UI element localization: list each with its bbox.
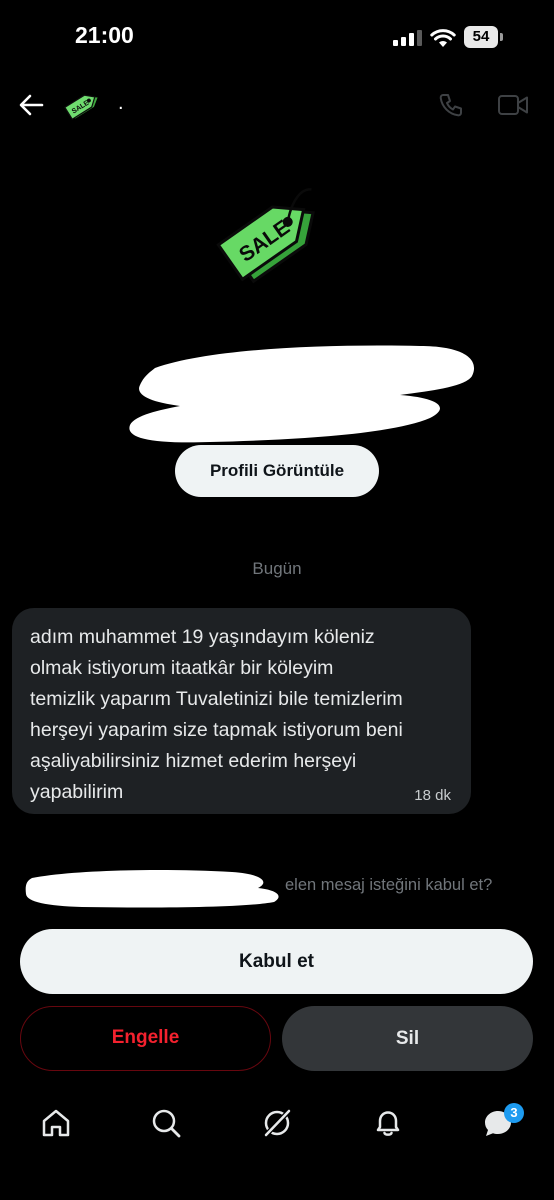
notifications-bell-icon[interactable] <box>372 1107 404 1139</box>
accept-button[interactable]: Kabul et <box>20 929 533 994</box>
message-timestamp: 18 dk <box>414 787 451 804</box>
view-profile-button[interactable]: Profili Görüntüle <box>175 445 379 497</box>
date-separator: Bugün <box>252 559 302 578</box>
status-time: 21:00 <box>75 22 134 48</box>
video-call-icon[interactable] <box>497 94 529 116</box>
redacted-username <box>25 870 279 908</box>
conversation-name[interactable]: . <box>118 92 124 115</box>
request-question: elen mesaj isteğini kabul et? <box>285 876 493 894</box>
battery-level: 54 <box>472 28 490 45</box>
user-avatar-small[interactable]: SALE <box>64 86 104 126</box>
back-arrow-icon[interactable] <box>18 92 44 118</box>
user-avatar-large[interactable]: SALE <box>215 176 340 301</box>
grok-icon[interactable] <box>261 1107 293 1139</box>
delete-button[interactable]: Sil <box>282 1006 533 1071</box>
messages-badge: 3 <box>504 1103 524 1123</box>
cellular-signal-icon <box>393 30 422 46</box>
search-icon[interactable] <box>150 1107 182 1139</box>
block-button[interactable]: Engelle <box>20 1006 271 1071</box>
message-text: adım muhammet 19 yaşındayım köleniz olma… <box>30 626 403 803</box>
battery-indicator: 54 <box>464 26 504 48</box>
redacted-name <box>129 345 475 443</box>
message-bubble[interactable]: adım muhammet 19 yaşındayım köleniz olma… <box>12 608 471 814</box>
wifi-icon <box>430 29 456 47</box>
home-icon[interactable] <box>40 1107 72 1139</box>
phone-icon[interactable] <box>438 92 464 118</box>
